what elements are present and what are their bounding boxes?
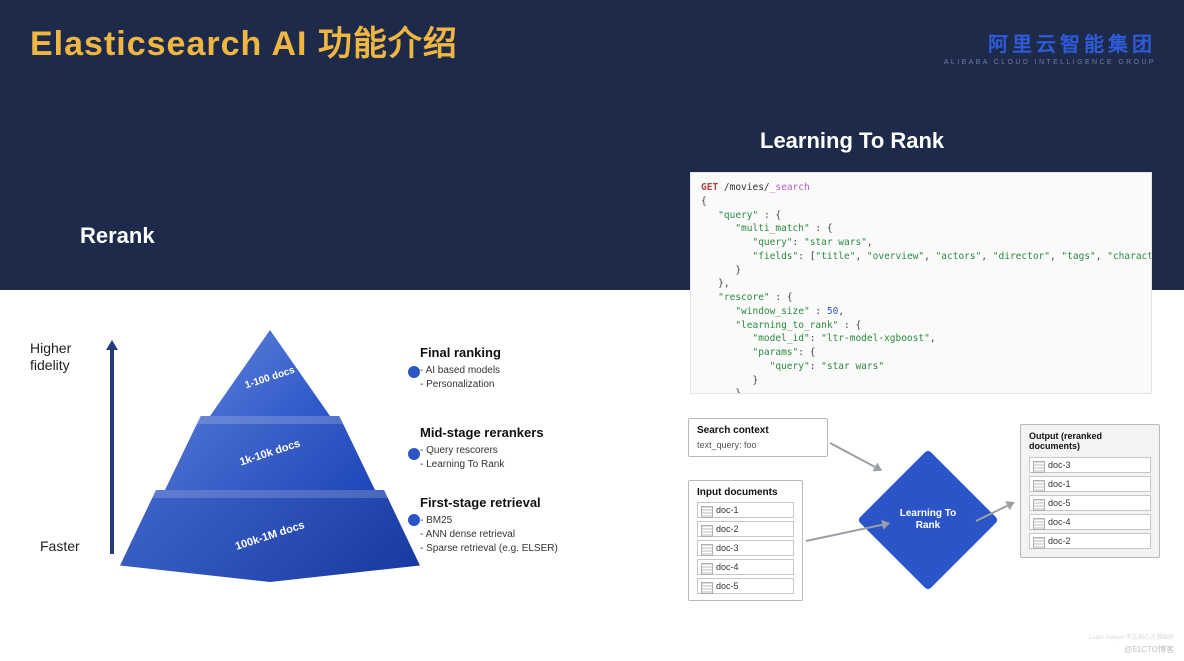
search-context-title: Search context — [697, 425, 819, 436]
connector-dot-2 — [408, 448, 420, 460]
axis-top-2: fidelity — [30, 357, 70, 373]
http-method: GET — [701, 182, 718, 193]
left-section-heading: Rerank — [80, 223, 155, 249]
code-sample: GET /movies/_search { "query" : { "multi… — [690, 172, 1152, 394]
stage-1-item: AI based models — [420, 364, 640, 378]
stage-2-title: Mid-stage rerankers — [420, 425, 640, 440]
stage-1-title: Final ranking — [420, 345, 640, 360]
attribution-line: Learn Always 不忘初心方得始终 — [1089, 632, 1174, 641]
search-context-box: Search context text_query: foo — [688, 418, 828, 457]
ltr-node-line2: Rank — [916, 520, 940, 531]
endpoint-path: /movies/ — [718, 182, 769, 193]
output-doc: doc-4 — [1029, 514, 1151, 530]
fidelity-axis — [110, 350, 114, 554]
axis-bottom-label: Faster — [40, 538, 80, 554]
ltr-flow-diagram: Search context text_query: foo Input doc… — [680, 410, 1165, 630]
output-doc: doc-5 — [1029, 495, 1151, 511]
watermark: @51CTO博客 — [1124, 644, 1174, 655]
right-section-heading: Learning To Rank — [760, 128, 944, 154]
output-doc: doc-2 — [1029, 533, 1151, 549]
input-documents-box: Input documents doc-1 doc-2 doc-3 doc-4 … — [688, 480, 803, 601]
brand-block: 阿里云智能集团 ALIBABA CLOUD INTELLIGENCE GROUP — [944, 28, 1156, 66]
input-doc: doc-4 — [697, 559, 794, 575]
stage-3-item: Sparse retrieval (e.g. ELSER) — [420, 542, 640, 556]
input-doc: doc-1 — [697, 502, 794, 518]
stage-2-item: Learning To Rank — [420, 458, 640, 472]
stage-final-ranking: Final ranking AI based models Personaliz… — [420, 345, 640, 392]
search-context-value: text_query: foo — [697, 440, 819, 450]
pyramid-tier-1: 1-100 docs — [210, 330, 330, 416]
connector-dot-3 — [408, 514, 420, 526]
input-doc: doc-5 — [697, 578, 794, 594]
input-doc: doc-2 — [697, 521, 794, 537]
stage-2-item: Query rescorers — [420, 444, 640, 458]
output-doc: doc-3 — [1029, 457, 1151, 473]
stage-3-title: First-stage retrieval — [420, 495, 640, 510]
stage-first-retrieval: First-stage retrieval BM25 ANN dense ret… — [420, 495, 640, 556]
axis-top-1: Higher — [30, 340, 71, 356]
stage-3-item: ANN dense retrieval — [420, 528, 640, 542]
input-docs-title: Input documents — [697, 487, 794, 498]
endpoint-search: _search — [770, 182, 810, 193]
arrow-ctx-to-node — [830, 442, 882, 471]
output-documents-box: Output (reranked documents) doc-3 doc-1 … — [1020, 424, 1160, 558]
pyramid-tier-3: 100k-1M docs — [120, 490, 420, 582]
ltr-node-line1: Learning To — [900, 508, 956, 519]
ltr-node: Learning ToRank — [878, 470, 978, 570]
slide-title: Elasticsearch AI 功能介绍 — [30, 16, 458, 65]
brand-en: ALIBABA CLOUD INTELLIGENCE GROUP — [944, 59, 1156, 66]
output-docs-title: Output (reranked documents) — [1029, 431, 1151, 451]
stage-3-item: BM25 — [420, 514, 640, 528]
axis-top-label: Higher fidelity — [30, 340, 71, 374]
stage-1-item: Personalization — [420, 378, 640, 392]
pyramid-diagram: Higher fidelity Faster 1-100 docs 1k-10k… — [20, 320, 660, 630]
connector-dot-1 — [408, 366, 420, 378]
pyramid-tier-2: 1k-10k docs — [165, 416, 375, 490]
output-doc: doc-1 — [1029, 476, 1151, 492]
input-doc: doc-3 — [697, 540, 794, 556]
brand-cn: 阿里云智能集团 — [944, 28, 1156, 57]
stage-mid-rerankers: Mid-stage rerankers Query rescorers Lear… — [420, 425, 640, 472]
pyramid: 1-100 docs 1k-10k docs 100k-1M docs — [130, 330, 410, 585]
